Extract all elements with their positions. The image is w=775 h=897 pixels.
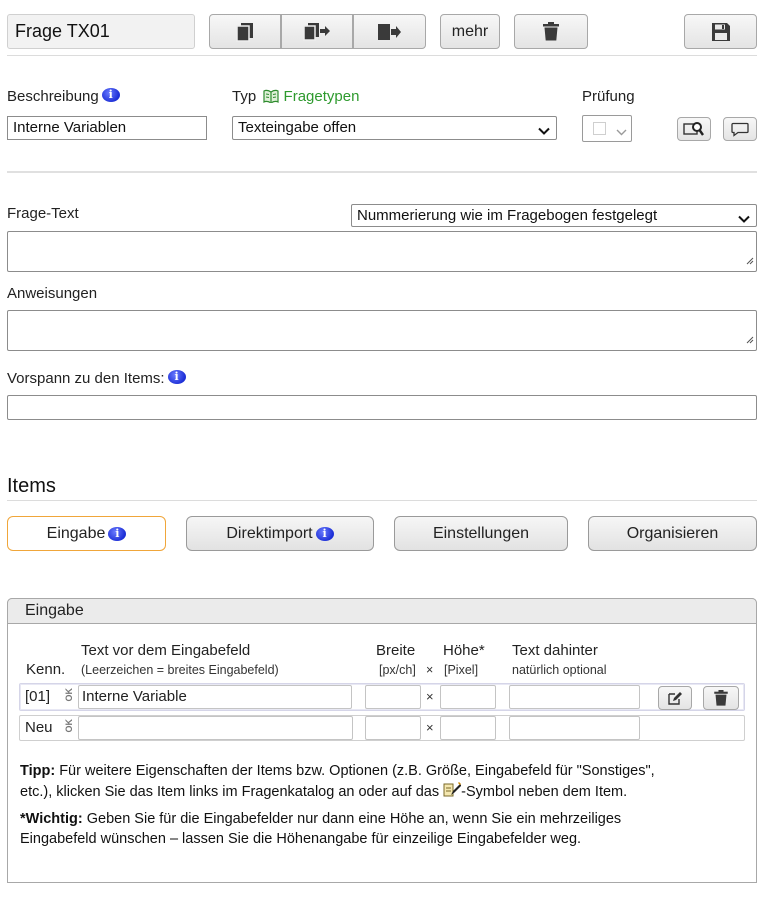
item-edit-symbol-icon [443,781,462,805]
numbering-value: Nummerierung wie im Fragebogen festgeleg… [357,207,658,224]
question-text-label: Frage-Text [7,205,79,222]
comment-icon [731,122,749,137]
tip-text: Tipp: Für weitere Eigenschaften der Item… [20,761,745,805]
edit-item-button[interactable] [658,686,692,710]
copy-to-button[interactable] [281,14,353,49]
drag-handle-icon[interactable]: OK [64,719,74,733]
col-text-after: Text dahinter [512,642,598,659]
tab-input[interactable]: Eingabe i [7,516,166,551]
col-text-after-hint: natürlich optional [512,663,607,677]
info-icon[interactable]: i [108,526,127,541]
check-label: Prüfung [582,88,635,105]
col-text-before: Text vor dem Eingabefeld [81,642,251,659]
info-icon[interactable]: i [167,370,186,384]
col-text-before-hint: (Leerzeichen = breites Eingabefeld) [81,663,279,677]
tab-direct-import-label: Direktimport [226,524,313,542]
numbering-select[interactable]: Nummerierung wie im Fragebogen festgeleg… [351,204,757,227]
intro-label: Vorspann zu den Items: [7,370,165,387]
chevron-down-icon [616,124,627,141]
more-label: mehr [451,22,489,40]
height-input[interactable] [440,716,496,740]
item-id: [01] [25,688,51,705]
trash-icon [714,690,728,706]
intro-input[interactable] [7,395,757,420]
check-select[interactable] [582,115,632,142]
col-height: Höhe* [443,642,485,659]
width-input[interactable] [365,685,421,709]
drag-handle-icon[interactable]: OK [64,688,74,702]
trash-icon [543,22,559,41]
meta-divider [7,171,757,173]
col-height-unit: [Pixel] [444,663,479,677]
tab-organize-label: Organisieren [626,524,719,542]
times-sign: × [426,720,434,735]
col-times: × [426,663,434,677]
delete-item-button[interactable] [703,686,739,710]
question-id: Frage TX01 [15,21,110,41]
info-icon[interactable]: i [315,526,334,541]
col-width-unit: [px/ch] [379,663,416,677]
question-text-input[interactable] [7,231,757,272]
toolbar-divider [7,55,757,56]
copy-icon [236,22,254,42]
empty-checkbox-icon [593,122,606,135]
type-label: Typ [232,88,257,105]
description-input[interactable]: Interne Variablen [7,116,207,140]
tip-bold: Tipp: [20,763,56,779]
type-select[interactable]: Texteingabe offen [232,116,557,140]
item-id: Neu [25,719,53,736]
resize-handle-icon[interactable] [745,252,754,269]
height-input[interactable] [440,685,496,709]
tab-settings[interactable]: Einstellungen [394,516,568,551]
question-types-link[interactable]: Fragetypen [284,88,360,105]
magnifier-icon [683,121,705,137]
edit-icon [667,691,683,706]
text-before-input[interactable] [78,716,353,740]
preview-button[interactable] [677,117,711,141]
comment-button[interactable] [723,117,757,141]
text-before-input[interactable]: Interne Variable [78,685,352,709]
instructions-label: Anweisungen [7,285,98,302]
intro-label-row: Vorspann zu den Items: i [7,370,186,387]
book-icon [263,89,279,107]
description-label-row: Beschreibung i [7,88,120,105]
info-icon[interactable]: i [101,88,120,102]
description-label: Beschreibung [7,88,99,105]
instructions-input[interactable] [7,310,757,351]
question-id-field[interactable]: Frage TX01 [7,14,195,49]
save-icon [711,22,731,42]
chevron-down-icon [738,210,750,226]
type-value: Texteingabe offen [238,119,357,136]
text-after-input[interactable] [509,716,640,740]
move-icon [377,22,403,42]
col-id: Kenn. [26,661,66,678]
tab-direct-import[interactable]: Direktimport i [186,516,374,551]
copy-button[interactable] [209,14,281,49]
description-value: Interne Variablen [13,119,127,136]
resize-handle-icon[interactable] [745,331,754,348]
more-button[interactable]: mehr [440,14,500,49]
input-panel-header: Eingabe [7,598,757,624]
chevron-down-icon [538,122,550,139]
input-panel-title: Eingabe [25,602,84,619]
tab-settings-label: Einstellungen [432,524,530,542]
text-before-value: Interne Variable [82,688,187,705]
text-after-input[interactable] [509,685,640,709]
copy-to-icon [303,22,331,42]
delete-button[interactable] [514,14,588,49]
save-button[interactable] [684,14,757,49]
items-heading: Items [7,475,56,497]
type-label-row: Typ Fragetypen [232,88,359,107]
important-text: *Wichtig: Geben Sie für die Eingabefelde… [20,811,622,847]
width-input[interactable] [365,716,421,740]
move-button[interactable] [353,14,426,49]
col-width: Breite [376,642,416,659]
tab-organize[interactable]: Organisieren [588,516,757,551]
important-bold: *Wichtig: [20,811,83,827]
items-divider [7,500,757,501]
tab-input-label: Eingabe [46,524,106,542]
times-sign: × [426,689,434,704]
